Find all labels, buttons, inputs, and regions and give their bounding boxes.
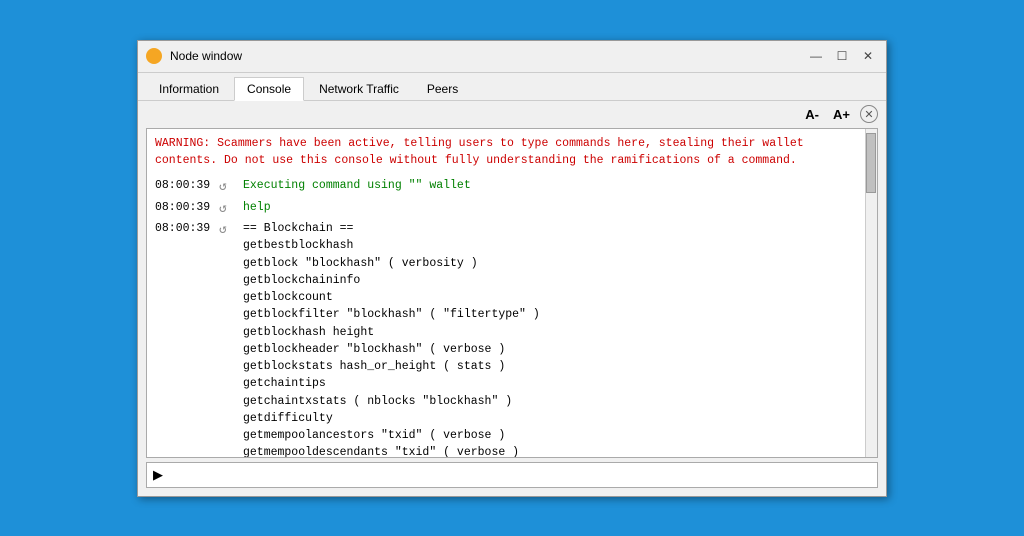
tab-peers[interactable]: Peers <box>414 77 471 100</box>
scrollbar-track[interactable] <box>865 129 877 457</box>
log-icon-output: ↺ <box>219 220 239 240</box>
command-item: getblockcount <box>243 289 540 306</box>
command-item: getbestblockhash <box>243 237 540 254</box>
tab-console[interactable]: Console <box>234 77 304 101</box>
tab-bar: Information Console Network Traffic Peer… <box>138 73 886 101</box>
command-item: getblock "blockhash" ( verbosity ) <box>243 255 540 272</box>
console-input-area: ▶ <box>146 462 878 488</box>
log-line-1: 08:00:39 ↺ Executing command using "" wa… <box>155 177 869 197</box>
close-console-button[interactable]: ✕ <box>860 105 878 123</box>
console-input[interactable] <box>169 468 871 481</box>
tab-information[interactable]: Information <box>146 77 232 100</box>
log-time-output: 08:00:39 <box>155 220 215 237</box>
blockchain-header: == Blockchain == <box>243 222 353 235</box>
command-item: getchaintips <box>243 375 540 392</box>
window-title: Node window <box>170 49 806 63</box>
log-time-1: 08:00:39 <box>155 177 215 194</box>
log-line-2: 08:00:39 ↺ help <box>155 199 869 219</box>
log-text-1: Executing command using "" wallet <box>243 177 471 194</box>
command-item: getmempooldescendants "txid" ( verbose ) <box>243 444 540 456</box>
minimize-button[interactable]: — <box>806 46 826 66</box>
prompt-icon: ▶ <box>153 467 163 483</box>
maximize-button[interactable]: ☐ <box>832 46 852 66</box>
scrollbar-thumb[interactable] <box>866 133 876 193</box>
command-output-header-line: 08:00:39 ↺ == Blockchain == getbestblock… <box>155 220 869 457</box>
command-item: getblockheader "blockhash" ( verbose ) <box>243 341 540 358</box>
close-window-button[interactable]: ✕ <box>858 46 878 66</box>
command-item: getmempoolancestors "txid" ( verbose ) <box>243 427 540 444</box>
decrease-font-button[interactable]: A- <box>801 105 823 124</box>
console-content[interactable]: WARNING: Scammers have been active, tell… <box>147 129 877 457</box>
command-list: getbestblockhashgetblock "blockhash" ( v… <box>243 237 540 456</box>
command-item: getdifficulty <box>243 410 540 427</box>
tab-network-traffic[interactable]: Network Traffic <box>306 77 412 100</box>
title-bar: Node window — ☐ ✕ <box>138 41 886 73</box>
command-item: getchaintxstats ( nblocks "blockhash" ) <box>243 393 540 410</box>
node-window: Node window — ☐ ✕ Information Console Ne… <box>137 40 887 497</box>
command-item: getblockfilter "blockhash" ( "filtertype… <box>243 306 540 323</box>
log-icon-2: ↺ <box>219 199 239 219</box>
console-output-area: WARNING: Scammers have been active, tell… <box>146 128 878 458</box>
log-time-2: 08:00:39 <box>155 199 215 216</box>
title-bar-controls: — ☐ ✕ <box>806 46 878 66</box>
command-item: getblockhash height <box>243 324 540 341</box>
window-icon <box>146 48 162 64</box>
command-item: getblockstats hash_or_height ( stats ) <box>243 358 540 375</box>
increase-font-button[interactable]: A+ <box>829 105 854 124</box>
console-toolbar: A- A+ ✕ <box>138 101 886 128</box>
warning-message: WARNING: Scammers have been active, tell… <box>155 135 869 170</box>
command-item: getblockchaininfo <box>243 272 540 289</box>
log-text-2: help <box>243 199 271 216</box>
log-icon-1: ↺ <box>219 177 239 197</box>
